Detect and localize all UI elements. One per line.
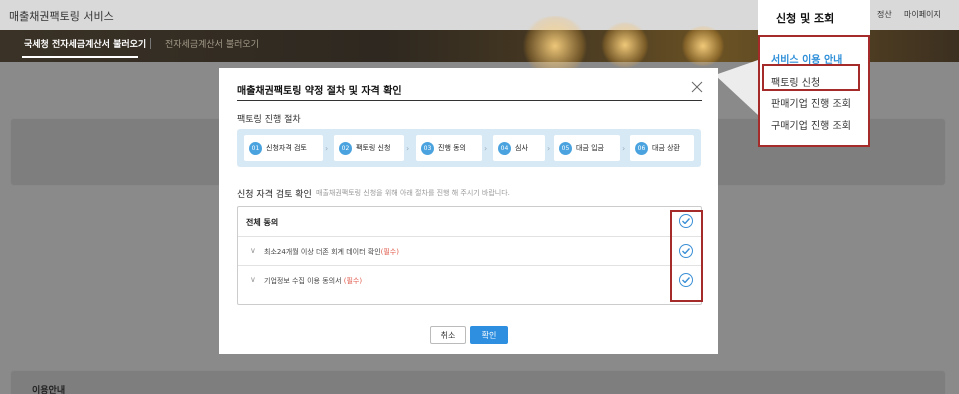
agree-all-label: 전체 동의 <box>246 218 279 227</box>
step-label: 신청자격 검토 <box>266 144 307 152</box>
step-consent: 03 진행 동의 <box>416 135 482 161</box>
cancel-button[interactable]: 취소 <box>430 326 466 344</box>
step-eligibility: 01 신청자격 검토 <box>244 135 323 161</box>
eligibility-check-title: 신청 자격 검토 확인 <box>237 190 312 200</box>
chevron-right-icon: › <box>484 144 488 153</box>
agree-item-label: 기업정보 수집 이용 동의서 (필수) <box>264 277 363 285</box>
modal-title: 매출채권팩토링 약정 절차 및 자격 확인 <box>237 86 402 97</box>
step-number: 03 <box>421 141 434 155</box>
chevron-right-icon: › <box>547 144 551 153</box>
brand-title[interactable]: 매출채권팩토링 서비스 <box>9 8 114 24</box>
checks-highlight-box <box>670 210 703 302</box>
banner-light-decoration <box>520 16 590 76</box>
step-label: 진행 동의 <box>438 144 466 152</box>
step-number: 02 <box>339 141 352 155</box>
tab-e-invoice[interactable]: 전자세금계산서 불러오기 <box>165 37 259 50</box>
agree-item-label: 최소24개월 이상 더존 회계 데이터 확인(필수) <box>264 248 399 256</box>
agree-all-row[interactable]: 전체 동의 <box>238 207 701 236</box>
banner-light-decoration <box>600 22 650 68</box>
step-review: 04 심사 <box>493 135 545 161</box>
step-number: 06 <box>635 141 648 155</box>
step-label: 심사 <box>515 144 528 152</box>
chevron-down-icon[interactable]: ∨ <box>250 275 256 284</box>
title-divider <box>237 100 702 101</box>
menu-item-seller-status[interactable]: 판매기업 진행 조회 <box>771 95 851 110</box>
agreement-list: 전체 동의 ∨ 최소24개월 이상 더존 회계 데이터 확인(필수) ∨ 기업정… <box>237 206 702 305</box>
nav-mypage[interactable]: 마이페이지 <box>904 9 941 20</box>
chevron-right-icon: › <box>325 144 329 153</box>
close-icon[interactable] <box>691 81 703 93</box>
step-label: 대금 입금 <box>576 144 604 152</box>
confirm-button[interactable]: 확인 <box>470 326 508 344</box>
process-steps: 01 신청자격 검토 › 02 팩토링 신청 › 03 진행 동의 › 04 심… <box>237 129 701 167</box>
step-number: 05 <box>559 141 572 155</box>
menu-highlight-box <box>762 64 860 91</box>
tab-divider <box>150 38 151 49</box>
step-apply: 02 팩토링 신청 <box>334 135 404 161</box>
chevron-right-icon: › <box>406 144 410 153</box>
tab-nts-invoice[interactable]: 국세청 전자세금계산서 불러오기 <box>24 37 146 50</box>
nav-settle[interactable]: 정산 <box>877 9 892 20</box>
dropdown-menu: 서비스 이용 안내 팩토링 신청 판매기업 진행 조회 구매기업 진행 조회 <box>758 35 870 147</box>
process-label: 팩토링 진행 절차 <box>237 115 301 125</box>
step-repay: 06 대금 상환 <box>630 135 694 161</box>
step-number: 01 <box>249 141 262 155</box>
menu-item-buyer-status[interactable]: 구매기업 진행 조회 <box>771 117 851 132</box>
step-label: 대금 상환 <box>652 144 680 152</box>
info-section-title: 이용안내 <box>32 386 66 394</box>
step-deposit: 05 대금 입금 <box>554 135 620 161</box>
active-tab-indicator <box>22 56 138 58</box>
chevron-down-icon[interactable]: ∨ <box>250 246 256 255</box>
eligibility-check-description: 매출채권팩토링 신청을 위해 아래 절차를 진행 해 주시기 바랍니다. <box>316 189 510 197</box>
chevron-right-icon: › <box>622 144 626 153</box>
menu-title: 신청 및 조회 <box>776 12 835 25</box>
menu-header[interactable]: 신청 및 조회 <box>758 0 870 35</box>
step-number: 04 <box>498 141 511 155</box>
agree-item-row[interactable]: ∨ 최소24개월 이상 더존 회계 데이터 확인(필수) <box>238 236 701 265</box>
callout-pointer <box>715 60 758 115</box>
background-info-card <box>10 370 946 394</box>
step-label: 팩토링 신청 <box>356 144 391 152</box>
agree-item-row[interactable]: ∨ 기업정보 수집 이용 동의서 (필수) <box>238 265 701 294</box>
agreement-modal: 매출채권팩토링 약정 절차 및 자격 확인 팩토링 진행 절차 01 신청자격 … <box>219 68 718 354</box>
